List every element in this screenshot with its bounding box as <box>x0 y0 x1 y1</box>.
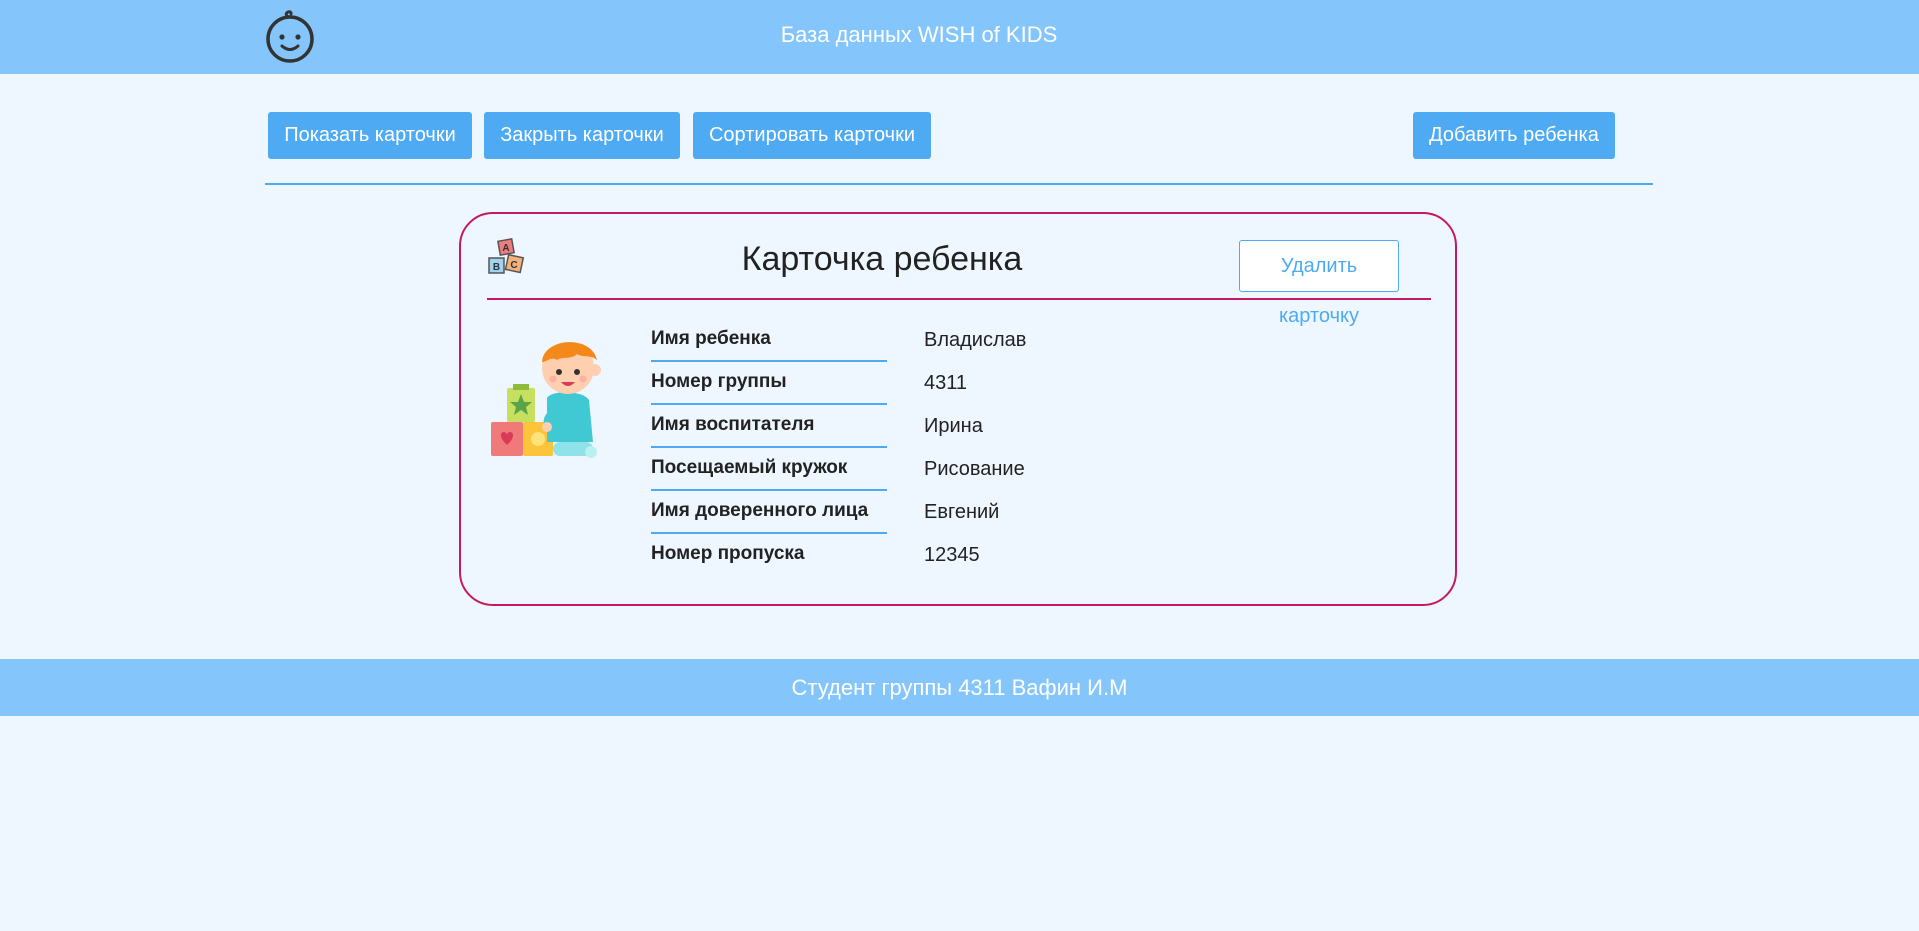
card-title: Карточка ребенка <box>741 240 1023 278</box>
field-value: Рисование <box>924 458 1025 480</box>
field-row-pass-number: Номер пропуска 12345 <box>651 537 1151 577</box>
show-cards-button[interactable]: Показать карточки <box>268 112 472 159</box>
field-label: Имя доверенного лица <box>651 494 887 534</box>
field-value: Ирина <box>924 415 983 437</box>
child-card: A B C Карточка ребенка Удалить карточку <box>459 212 1457 606</box>
delete-card-button[interactable]: Удалить карточку <box>1239 240 1399 327</box>
close-cards-button[interactable]: Закрыть карточки <box>484 112 680 159</box>
field-label: Имя ребенка <box>651 322 887 362</box>
app-header: База данных WISH of KIDS <box>0 0 1919 74</box>
field-row-trusted-person: Имя доверенного лица Евгений <box>651 494 1151 534</box>
child-illustration <box>491 342 601 458</box>
field-label: Номер группы <box>651 365 887 405</box>
field-label: Посещаемый кружок <box>651 451 887 491</box>
field-value: 4311 <box>924 372 968 394</box>
field-value: Евгений <box>924 501 1000 523</box>
field-row-club: Посещаемый кружок Рисование <box>651 451 1151 491</box>
app-title: База данных WISH of KIDS <box>780 22 1058 47</box>
footer-text: Студент группы 4311 Вафин И.М <box>791 675 1128 700</box>
field-value: Владислав <box>924 329 1027 351</box>
sort-cards-button[interactable]: Сортировать карточки <box>693 112 931 159</box>
card-divider <box>487 298 1431 300</box>
add-child-button[interactable]: Добавить ребенка <box>1413 112 1615 159</box>
field-row-group-number: Номер группы 4311 <box>651 365 1151 405</box>
field-label: Имя воспитателя <box>651 408 887 448</box>
field-row-teacher-name: Имя воспитателя Ирина <box>651 408 1151 448</box>
field-value: 12345 <box>924 544 980 566</box>
toolbar-divider <box>265 183 1653 185</box>
app-footer: Студент группы 4311 Вафин И.М <box>0 659 1919 716</box>
field-label: Номер пропуска <box>651 543 805 564</box>
field-row-child-name: Имя ребенка Владислав <box>651 322 1151 362</box>
